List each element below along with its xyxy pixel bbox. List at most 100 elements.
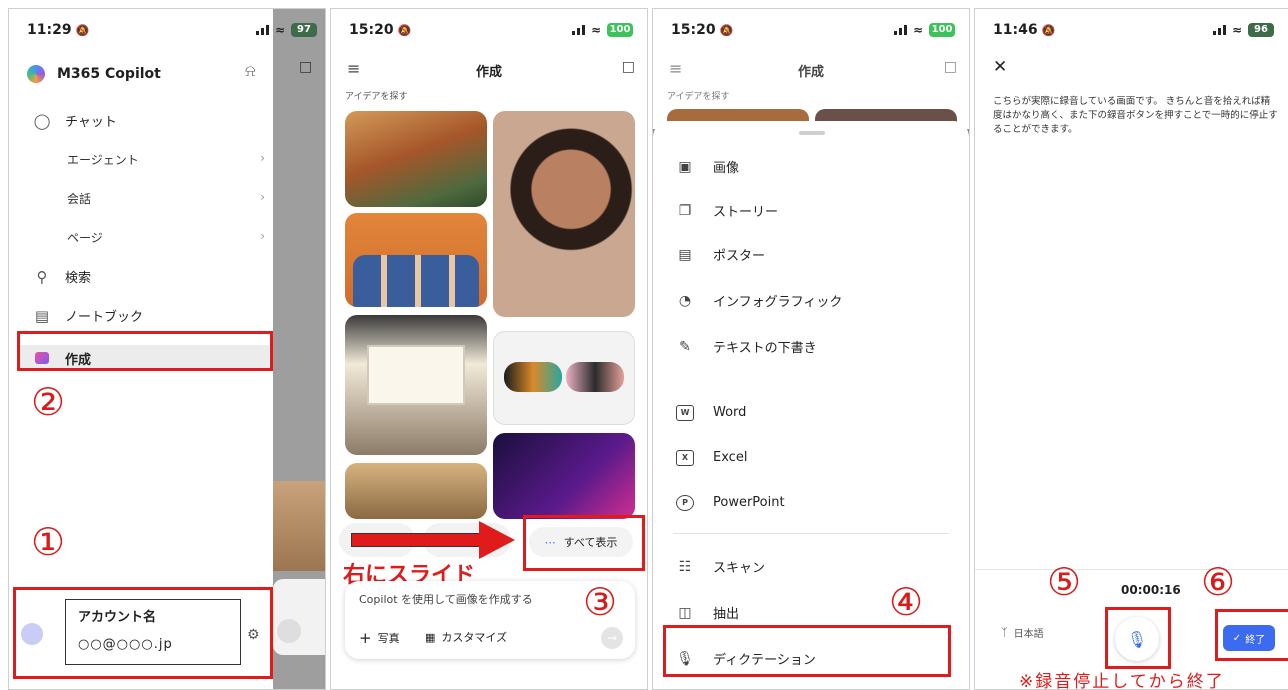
status-icons: ≈ 97: [255, 23, 317, 37]
status-icons: ≈ 96: [1212, 23, 1274, 37]
nav-conversations-label: 会話: [67, 192, 92, 206]
idea-tile-neon-chart[interactable]: [493, 433, 635, 519]
photo-button[interactable]: + 写真: [359, 629, 400, 647]
mute-icon: 🔕: [75, 23, 90, 37]
signal-icon: [255, 25, 269, 35]
scan-icon: ☷: [678, 558, 692, 575]
menu-powerpoint[interactable]: P PowerPoint: [675, 493, 947, 511]
customize-icon: ▦: [425, 630, 436, 644]
step-2-marker: ②: [31, 380, 66, 424]
menu-infographic[interactable]: ◔ インフォグラフィック: [675, 291, 947, 311]
nav-chat[interactable]: ◯ チャット: [31, 111, 117, 131]
menu-infographic-label: インフォグラフィック: [713, 295, 843, 310]
highlight-create: [17, 331, 273, 371]
idea-tile-portrait[interactable]: [493, 111, 635, 317]
menu-powerpoint-label: PowerPoint: [713, 494, 785, 510]
nav-notebook[interactable]: ▤ ノートブック: [31, 306, 144, 326]
nav-agents[interactable]: エージェント ›: [67, 151, 265, 168]
menu-text-draft-label: テキストの下書き: [713, 341, 817, 356]
nav-search-label: 検索: [65, 271, 92, 286]
nav-search[interactable]: ⚲ 検索: [31, 267, 92, 287]
folder-icon[interactable]: □: [622, 59, 635, 75]
finish-note: ※録音停止してから終了: [1019, 672, 1225, 690]
screenshot-collage: □ 11:29 🔕 ≈ 97 M365 Copilot ⍾ ◯ チャット エージェ…: [0, 0, 1288, 690]
language-label: 日本語: [1013, 629, 1044, 640]
menu-excel[interactable]: X Excel: [675, 448, 947, 466]
background-image: [273, 481, 325, 571]
menu-story[interactable]: ❐ ストーリー: [675, 201, 947, 221]
background-send: [277, 619, 301, 643]
menu-word[interactable]: W Word: [675, 403, 947, 421]
customize-label: カスタマイズ: [441, 631, 508, 644]
nav-pages-label: ページ: [67, 231, 103, 245]
wifi-icon: ≈: [912, 23, 923, 37]
step-5-marker: ⑤: [1047, 560, 1082, 604]
step-3-marker: ③: [583, 580, 618, 624]
mute-icon: 🔕: [1041, 23, 1056, 37]
arrow-shaft: [351, 533, 481, 547]
copilot-logo: [27, 65, 45, 83]
idea-tile-team-illustration[interactable]: [345, 213, 487, 307]
recording-timer: 00:00:16: [1121, 583, 1181, 597]
image-icon: ▣: [678, 158, 692, 175]
idea-tile-goggles[interactable]: [493, 331, 635, 425]
battery-indicator: 100: [929, 23, 955, 37]
menu-image[interactable]: ▣ 画像: [675, 157, 947, 177]
clock: 11:29: [27, 22, 72, 38]
status-bar: 11:29 🔕 ≈ 97: [27, 19, 317, 41]
signal-icon: [1212, 25, 1226, 35]
powerpoint-icon: P: [675, 493, 695, 511]
story-icon: ❐: [678, 202, 692, 219]
status-icons: ≈ 100: [893, 23, 955, 37]
idea-tile-living-room[interactable]: [345, 111, 487, 207]
close-icon[interactable]: ✕: [993, 57, 1007, 77]
transcript-text: こちらが実際に録音している画面です。 きちんと音を拾えれば精度はかなり高く、また…: [993, 96, 1278, 135]
menu-extract-label: 抽出: [713, 607, 740, 622]
wifi-icon: ≈: [274, 23, 285, 37]
panel-create-menu: 15:20 🔕 ≈ 100 ≡ 作成 □ アイデアを探す ▣ 画像 ❐ ストーリー ▤…: [652, 8, 970, 690]
prompt-input[interactable]: Copilot を使用して画像を作成する: [359, 591, 533, 607]
clock: 11:46: [993, 22, 1038, 38]
nav-conversations[interactable]: 会話 ›: [67, 190, 265, 207]
battery-indicator: 97: [291, 23, 317, 37]
customize-button[interactable]: ▦ カスタマイズ: [425, 629, 507, 645]
highlight-account: [13, 587, 273, 679]
text-draft-icon: ✎: [679, 338, 691, 355]
menu-scan[interactable]: ☷ スキャン: [675, 557, 947, 577]
bell-icon[interactable]: ⍾: [245, 61, 256, 81]
sheet-handle[interactable]: [799, 131, 825, 135]
folder-icon[interactable]: □: [944, 59, 957, 75]
step-4-marker: ④: [889, 580, 924, 624]
chevron-right-icon: ›: [260, 229, 265, 243]
translate-icon: ᛉ: [1001, 626, 1008, 639]
idea-tile-speaker[interactable]: [345, 463, 487, 519]
menu-text-draft[interactable]: ✎ テキストの下書き: [675, 337, 947, 357]
excel-icon: X: [675, 448, 695, 466]
app-title: M365 Copilot: [57, 66, 161, 82]
highlight-record: [1105, 607, 1171, 669]
plus-icon: +: [359, 629, 372, 647]
highlight-finish: [1215, 609, 1288, 661]
menu-story-label: ストーリー: [713, 205, 779, 220]
menu-scan-label: スキャン: [713, 561, 766, 576]
infographic-icon: ◔: [678, 292, 692, 309]
idea-tile-booth[interactable]: [345, 315, 487, 455]
folder-icon[interactable]: □: [299, 59, 312, 75]
wifi-icon: ≈: [590, 23, 601, 37]
menu-image-label: 画像: [713, 161, 740, 176]
mute-icon: 🔕: [719, 23, 734, 37]
arrow-head: [479, 521, 515, 559]
menu-excel-label: Excel: [713, 449, 748, 465]
send-button[interactable]: →: [601, 627, 623, 649]
clock: 15:20: [349, 22, 394, 38]
nav-pages[interactable]: ページ ›: [67, 229, 265, 246]
section-title: アイデアを探す: [667, 92, 730, 102]
menu-poster-label: ポスター: [713, 249, 766, 264]
word-icon: W: [675, 403, 695, 421]
language-button[interactable]: ᛉ 日本語: [1001, 625, 1044, 640]
nav-chat-label: チャット: [65, 115, 117, 130]
page-title: 作成: [475, 65, 502, 80]
nav-notebook-label: ノートブック: [65, 310, 144, 325]
menu-poster[interactable]: ▤ ポスター: [675, 245, 947, 265]
panel-create-gallery: 15:20 🔕 ≈ 100 ≡ 作成 □ アイデアを探す ⋯ すべて表示 右にス…: [330, 8, 648, 690]
